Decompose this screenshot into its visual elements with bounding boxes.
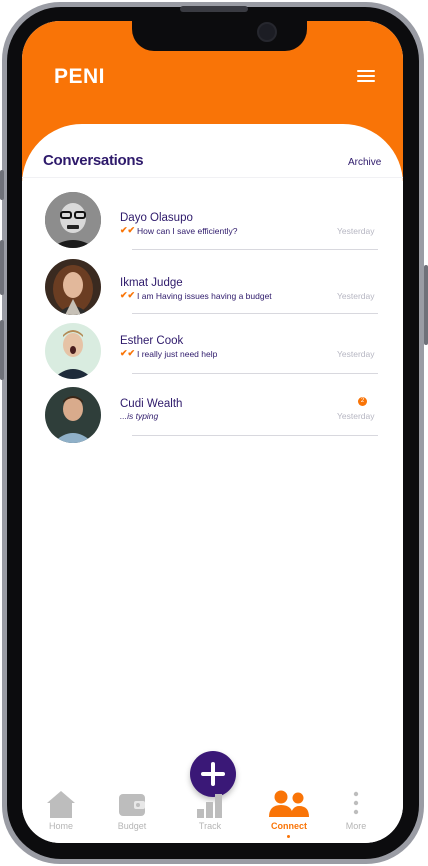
typing-indicator: ...is typing (120, 411, 159, 421)
notch (132, 21, 307, 51)
bar-chart-icon (197, 794, 222, 818)
phone-top-speaker (180, 6, 248, 12)
menu-icon (357, 70, 375, 72)
contact-name: Ikmat Judge (120, 277, 183, 289)
phone-power-button (424, 265, 428, 345)
message-preview: I really just need help (137, 349, 218, 359)
hamburger-menu-button[interactable] (357, 67, 375, 85)
message-time: Yesterday (337, 291, 375, 301)
double-check-icon: ✔✔ (120, 348, 136, 358)
nav-label: Track (198, 821, 222, 831)
page-title: Conversations (43, 152, 144, 169)
nav-label: Connect (271, 821, 307, 831)
man-glasses-avatar (45, 192, 101, 248)
brand-logo: PENI (54, 65, 106, 88)
nav-budget[interactable]: Budget (102, 781, 162, 843)
nav-label: More (345, 821, 367, 831)
contact-name: Esther Cook (120, 335, 184, 347)
conversation-row[interactable]: Cudi Wealth ...is typing 2 Yesterday (22, 387, 403, 447)
title-divider (22, 177, 403, 178)
conversation-row[interactable]: Dayo Olasupo ✔✔ How can I save efficient… (22, 192, 403, 252)
bottom-nav: Home Budget Track Connect More (22, 781, 403, 843)
row-divider (132, 313, 378, 314)
conversation-row[interactable]: Esther Cook ✔✔ I really just need help Y… (22, 323, 403, 383)
nav-label: Home (48, 821, 73, 831)
camera-icon (257, 22, 277, 42)
people-icon (269, 790, 309, 817)
man-smiling-avatar (45, 387, 101, 443)
nav-home[interactable]: Home (31, 781, 91, 843)
woman-avatar (45, 259, 101, 315)
conversation-row[interactable]: Ikmat Judge ✔✔ I am Having issues having… (22, 259, 403, 319)
row-divider (132, 373, 378, 374)
nav-label: Budget (117, 821, 147, 831)
wallet-icon (119, 794, 145, 816)
double-check-icon: ✔✔ (120, 225, 136, 235)
unread-badge: 2 (358, 397, 367, 406)
man-surprised-avatar (45, 323, 101, 379)
active-indicator (287, 835, 290, 838)
nav-connect[interactable]: Connect (259, 781, 319, 843)
nav-track[interactable]: Track (180, 781, 240, 843)
more-vertical-icon (353, 791, 359, 815)
nav-more[interactable]: More (326, 781, 386, 843)
message-preview: How can I save efficiently? (137, 226, 238, 236)
home-icon (47, 791, 75, 818)
contact-name: Cudi Wealth (120, 398, 183, 410)
app-screen: PENI Conversations Archive Dayo Olasupo … (22, 21, 403, 843)
archive-link[interactable]: Archive (348, 157, 381, 168)
row-divider (132, 435, 378, 436)
phone-side-button (0, 170, 4, 200)
double-check-icon: ✔✔ (120, 290, 136, 300)
phone-volume-down (0, 320, 4, 380)
message-time: Yesterday (337, 411, 375, 421)
message-preview: I am Having issues having a budget (137, 291, 272, 301)
phone-volume-up (0, 240, 4, 295)
row-divider (132, 249, 378, 250)
contact-name: Dayo Olasupo (120, 212, 193, 224)
message-time: Yesterday (337, 349, 375, 359)
message-time: Yesterday (337, 226, 375, 236)
